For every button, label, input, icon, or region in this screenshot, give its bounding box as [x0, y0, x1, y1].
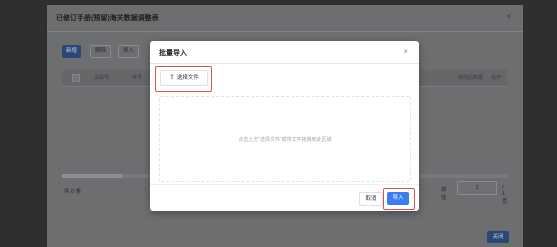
dialog-header: 批量导入 × — [150, 41, 419, 64]
column-header: 关联号 — [94, 75, 110, 81]
background-title: 已修订手册(预留)海关数据调整表 — [56, 15, 159, 22]
file-drop-zone[interactable]: 点击上方“选择文件”或将文件拖拽到此区域 — [159, 96, 411, 182]
close-icon[interactable]: × — [403, 47, 408, 56]
close-button[interactable]: 关闭 — [487, 231, 509, 243]
dialog-title: 批量导入 — [159, 50, 187, 57]
column-header: 序号 — [132, 75, 143, 81]
import-button[interactable]: 导入 — [387, 192, 409, 205]
page-suffix: / 1 页 — [502, 185, 508, 205]
scrollbar-thumb[interactable] — [62, 174, 122, 178]
column-header: 操作 — [491, 75, 502, 81]
import-open-button[interactable]: 导入 — [118, 45, 139, 58]
goto-label: 前往 — [441, 187, 447, 201]
delete-button[interactable]: 删除 — [90, 45, 111, 58]
select-all-checkbox[interactable] — [72, 74, 80, 82]
page-number-input[interactable]: 1 — [457, 181, 497, 195]
drop-hint: 点击上方“选择文件”或将文件拖拽到此区域 — [238, 137, 332, 143]
select-file-label: 选择文件 — [176, 75, 199, 81]
add-button[interactable]: 新增 — [62, 45, 81, 58]
upload-icon: ⇪ — [169, 74, 175, 81]
total-count: 共 0 条 — [64, 189, 82, 195]
select-file-button[interactable]: ⇪ 选择文件 — [160, 70, 208, 86]
cancel-button[interactable]: 取消 — [359, 192, 383, 206]
column-header: 修改后数量 — [458, 75, 484, 81]
background-header: 已修订手册(预留)海关数据调整表 × — [47, 5, 523, 32]
dialog-footer: 取消 导入 — [150, 184, 419, 211]
batch-import-dialog: 批量导入 × ⇪ 选择文件 点击上方“选择文件”或将文件拖拽到此区域 取消 导入 — [150, 41, 419, 211]
background-close-icon[interactable]: × — [506, 12, 511, 21]
